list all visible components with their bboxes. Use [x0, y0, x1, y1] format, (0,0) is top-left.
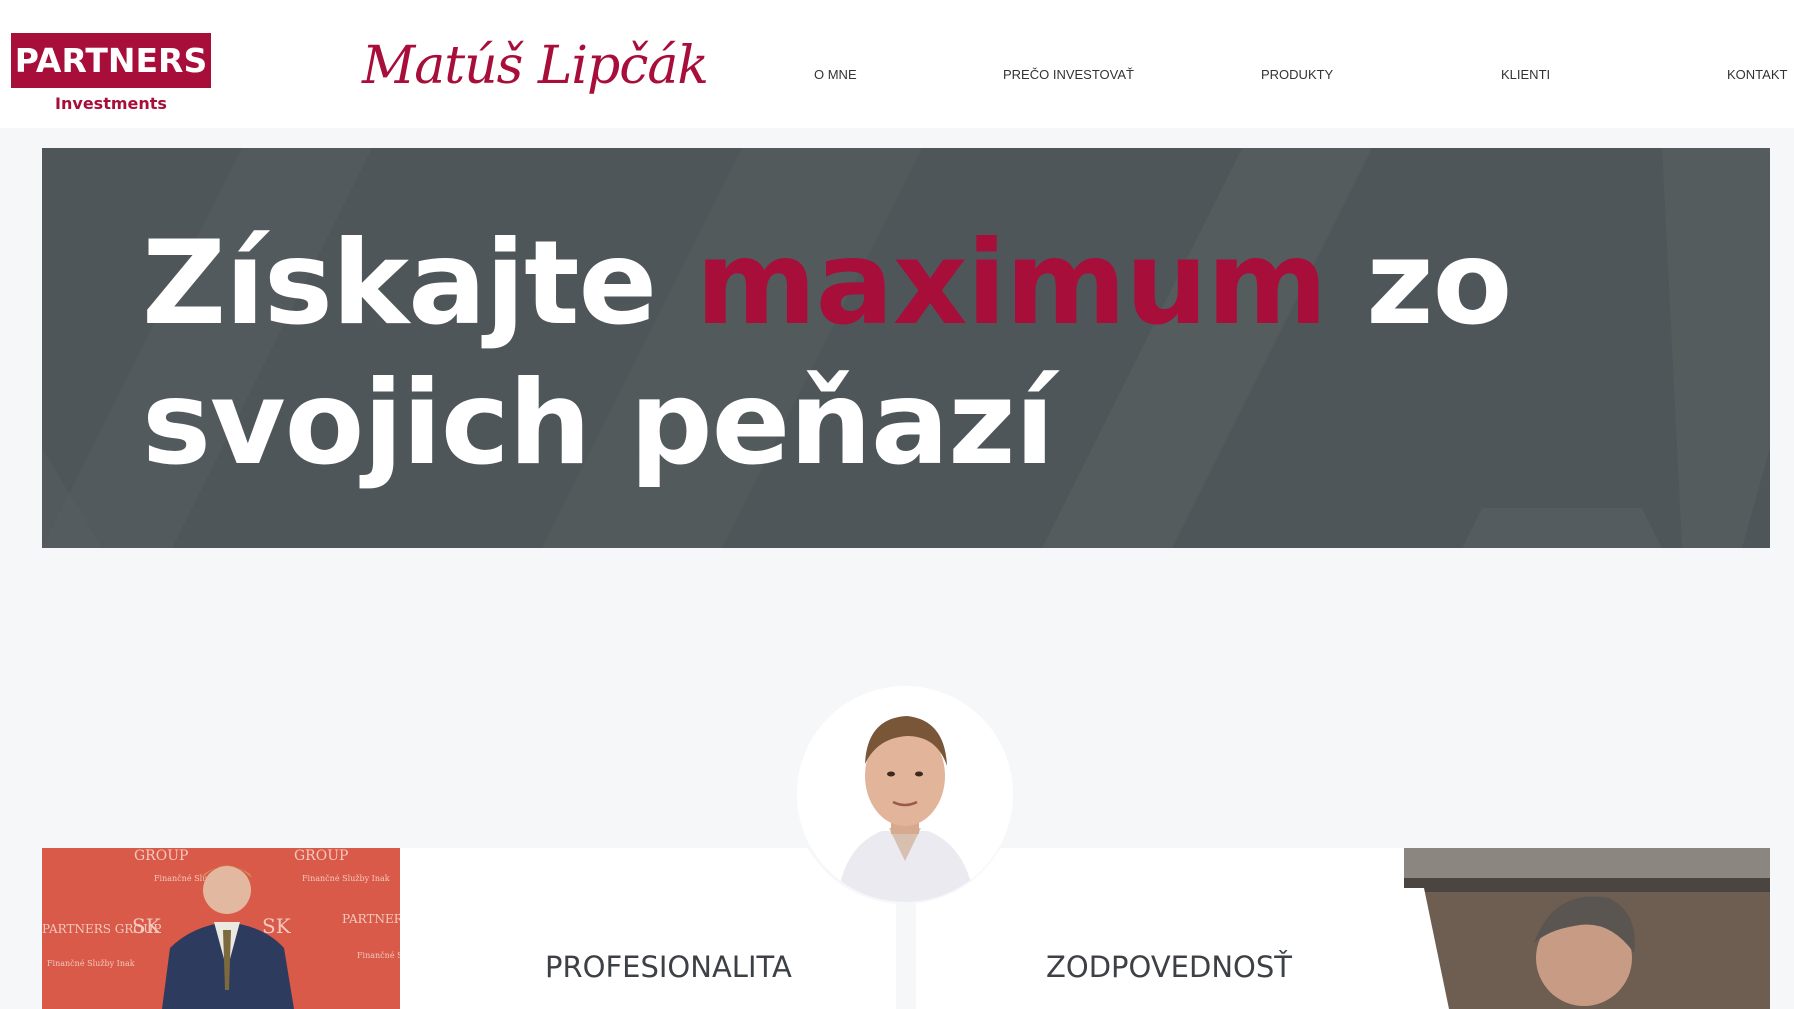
photo-card-left: GROUP GROUP PARTNERS GROUP SK PARTNERS G…: [42, 848, 432, 1009]
site-header: PARTNERS Investments Matúš Lipčák O MNE …: [0, 0, 1794, 128]
logo-subtitle: Investments: [55, 94, 167, 113]
hero-title-accent: maximum: [695, 216, 1328, 351]
signature-logo[interactable]: Matúš Lipčák: [362, 36, 709, 96]
nav-item-preco-investovat[interactable]: PREČO INVESTOVAŤ: [1003, 67, 1134, 82]
portrait-photo-image: [1404, 848, 1770, 1009]
avatar: [797, 686, 1013, 902]
nav-item-kontakt[interactable]: KONTAKT: [1727, 67, 1787, 82]
logo-text: PARTNERS: [14, 41, 208, 80]
hero-title-part2: zo: [1326, 216, 1512, 351]
card-zodpovednost: [916, 848, 1412, 1009]
card-label-zodpovednost: ZODPOVEDNOSŤ: [1046, 950, 1292, 984]
event-photo-image: GROUP GROUP PARTNERS GROUP SK PARTNERS G…: [42, 848, 432, 1009]
svg-text:GROUP: GROUP: [294, 848, 348, 864]
nav-item-o-mne[interactable]: O MNE: [814, 67, 857, 82]
photo-text-tagline: Finančné Služby Inak: [47, 959, 135, 968]
card-label-profesionalita: PROFESIONALITA: [545, 950, 792, 984]
photo-card-right: [1404, 848, 1770, 1009]
svg-text:Finančné Služby Inak: Finančné Služby Inak: [302, 874, 390, 883]
partners-logo[interactable]: PARTNERS: [11, 33, 211, 88]
hero-headline: Získajte maximum zo svojich peňazí: [142, 214, 1642, 494]
hero-banner: Získajte maximum zo svojich peňazí: [42, 148, 1770, 548]
photo-text-sk: SK: [132, 914, 162, 938]
nav-item-klienti[interactable]: KLIENTI: [1501, 67, 1550, 82]
avatar-photo-image: [797, 686, 1013, 902]
photo-text-group: GROUP: [134, 848, 188, 864]
card-profesionalita: [400, 848, 896, 1009]
hero-title-line2: svojich peňazí: [142, 356, 1054, 491]
nav-item-produkty[interactable]: PRODUKTY: [1261, 67, 1333, 82]
hero-title-part1: Získajte: [142, 216, 696, 351]
